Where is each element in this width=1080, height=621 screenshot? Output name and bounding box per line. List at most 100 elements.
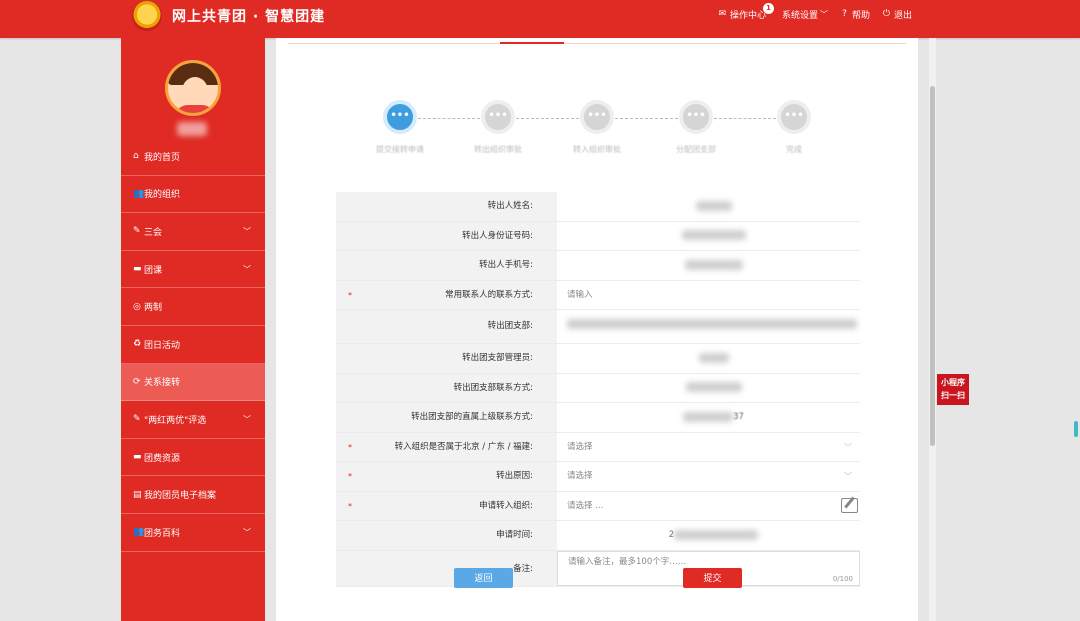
select-dropdown[interactable]: 请选择 ﹀ xyxy=(557,462,860,491)
transfer-form: 转出人姓名: 转出人身份证号码: 转出人手机号: * 常用联系人的联系方式: 请输入 转出团… xyxy=(336,192,860,587)
organization-picker[interactable]: 请选择 ... xyxy=(557,492,860,521)
scrollbar-thumb[interactable] xyxy=(930,86,935,446)
group-icon: 👥 xyxy=(133,527,145,538)
submit-button[interactable]: 提交 xyxy=(683,568,742,588)
step-dots-icon: ••• xyxy=(679,100,713,134)
recycle-icon: ♻ xyxy=(133,339,142,350)
readonly-value: 2 xyxy=(557,521,860,550)
form-label: 转出团支部联系方式: xyxy=(336,373,557,402)
form-label-text: 转入组织是否属于北京 / 广东 / 福建: xyxy=(394,441,533,452)
form-label-text: 备注: xyxy=(513,563,533,574)
redacted-value xyxy=(684,259,743,270)
form-label-text: 申请时间: xyxy=(496,530,533,540)
sidebar-item-label: 三会 xyxy=(144,227,163,238)
form-label: 转出团支部管理员: xyxy=(336,344,557,373)
step-label: 分配团支部 xyxy=(676,145,716,154)
chevron-down-icon: ﹀ xyxy=(243,527,251,537)
sidebar-item[interactable]: ✎ 三会 ﹀ xyxy=(121,213,265,251)
sidebar-item[interactable]: ▤ 我的团员电子档案 xyxy=(121,476,265,514)
document-icon: ▤ xyxy=(133,489,142,500)
step-label: 提交接转申请 xyxy=(376,145,424,154)
sidebar-item-label: "两红两优"评选 xyxy=(144,415,207,426)
sidebar-item[interactable]: ⌂ 我的首页 xyxy=(121,138,265,176)
redacted-value xyxy=(695,200,732,211)
top-nav: ✉ 操作中心 1 系统设置 ﹀ ? 帮助 ⏻ 退出 xyxy=(706,3,912,22)
form-label: * 申请转入组织: xyxy=(336,491,557,520)
readonly-value: 37 xyxy=(557,403,860,432)
redacted-value xyxy=(567,318,857,329)
form-row: 转出人手机号: xyxy=(336,251,860,281)
top-bar: 网上共青团 · 智慧团建 ✉ 操作中心 1 系统设置 ﹀ ? 帮助 ⏻ 退出 xyxy=(0,0,1080,38)
sidebar-item[interactable]: ▬ 团课 ﹀ xyxy=(121,251,265,289)
sidebar-item[interactable]: ▬ 团费资源 xyxy=(121,439,265,477)
sidebar-item[interactable]: ◎ 两制 xyxy=(121,288,265,326)
form-label: * 转出原因: xyxy=(336,462,557,491)
chevron-down-icon: ﹀ xyxy=(819,10,828,19)
mini-program-line2: 扫一扫 xyxy=(941,391,965,400)
picker-placeholder: 请选择 ... xyxy=(567,500,604,511)
sidebar-item[interactable]: ✎ "两红两优"评选 ﹀ xyxy=(121,401,265,439)
nav-logout-label: 退出 xyxy=(893,11,912,21)
form-row: 转出团支部联系方式: xyxy=(336,373,860,403)
step-dots-icon: ••• xyxy=(481,100,515,134)
back-button[interactable]: 返回 xyxy=(454,568,513,588)
nav-system-settings-label: 系统设置 xyxy=(781,11,818,21)
form-label: 转出人身份证号码: xyxy=(336,221,557,250)
contact-input[interactable]: 请输入 xyxy=(557,281,860,310)
mail-icon: ✉ xyxy=(718,9,727,19)
chevron-down-icon: ﹀ xyxy=(844,442,852,452)
avatar[interactable] xyxy=(165,60,221,116)
group-icon: 👥 xyxy=(133,188,145,199)
required-mark: * xyxy=(348,501,352,511)
form-label: 转出人姓名: xyxy=(336,192,557,221)
value-suffix: 37 xyxy=(733,412,744,422)
progress-step: ••• 完成 xyxy=(754,100,834,155)
sidebar-item[interactable]: ⟳ 关系接转 xyxy=(121,363,265,402)
form-label-text: 常用联系人的联系方式: xyxy=(445,289,533,300)
sidebar-item[interactable]: ♻ 团日活动 xyxy=(121,326,265,364)
nav-help[interactable]: ? 帮助 xyxy=(840,8,870,22)
sidebar-item[interactable]: 👥 团务百科 ﹀ xyxy=(121,514,265,552)
sidebar-item-label: 团日活动 xyxy=(144,340,181,351)
form-row: 转出团支部管理员: xyxy=(336,344,860,374)
form-label: * 转入组织是否属于北京 / 广东 / 福建: xyxy=(336,432,557,461)
select-dropdown[interactable]: 请选择 ﹀ xyxy=(557,433,860,462)
required-mark: * xyxy=(348,472,352,481)
nav-operation-center-label: 操作中心 xyxy=(729,11,766,21)
form-row: 转出团支部的直属上级联系方式: 37 xyxy=(336,403,860,433)
nav-system-settings[interactable]: 系统设置 ﹀ xyxy=(782,8,828,21)
sidebar-item-label: 我的团员电子档案 xyxy=(144,491,217,502)
brand[interactable]: 网上共青团 · 智慧团建 xyxy=(132,0,325,32)
edit-icon: ✎ xyxy=(133,226,141,237)
sidebar-item[interactable]: 👥 我的组织 xyxy=(121,176,265,214)
nav-operation-center[interactable]: ✉ 操作中心 1 xyxy=(718,3,774,21)
form-label-text: 转出人身份证号码: xyxy=(462,230,533,241)
readonly-value xyxy=(557,251,860,280)
form-row: * 转入组织是否属于北京 / 广东 / 福建: 请选择 ﹀ xyxy=(336,432,860,462)
form-row: 转出人姓名: xyxy=(336,192,860,222)
mini-program-qr-button[interactable]: 小程序 扫一扫 xyxy=(937,374,969,405)
redacted-value xyxy=(685,382,742,392)
form-label-text: 申请转入组织: xyxy=(479,500,533,511)
nav-logout[interactable]: ⏻ 退出 xyxy=(882,8,912,22)
edit-icon[interactable] xyxy=(841,497,858,513)
form-row: 转出团支部: xyxy=(336,310,860,344)
redacted-value xyxy=(698,352,729,363)
step-dots-icon: ••• xyxy=(383,100,417,134)
form-label-text: 转出人姓名: xyxy=(487,201,533,211)
username-blurred xyxy=(177,122,207,136)
char-counter: 0/100 xyxy=(832,574,853,583)
form-label-text: 转出人手机号: xyxy=(479,260,533,270)
sidebar-item-label: 团课 xyxy=(144,265,163,276)
folder-icon: ▬ xyxy=(133,264,142,275)
panel-divider xyxy=(288,43,906,44)
required-mark: * xyxy=(348,442,352,452)
sidebar-item-label: 团务百科 xyxy=(144,528,181,539)
sidebar-item-label: 关系接转 xyxy=(144,378,181,389)
textarea-placeholder: 请输入备注，最多100个字…… xyxy=(568,556,687,567)
readonly-value xyxy=(557,192,860,221)
readonly-value xyxy=(557,222,860,251)
form-row: 转出人身份证号码: xyxy=(336,221,860,251)
readonly-value xyxy=(557,344,860,373)
chevron-down-icon: ﹀ xyxy=(243,227,251,237)
